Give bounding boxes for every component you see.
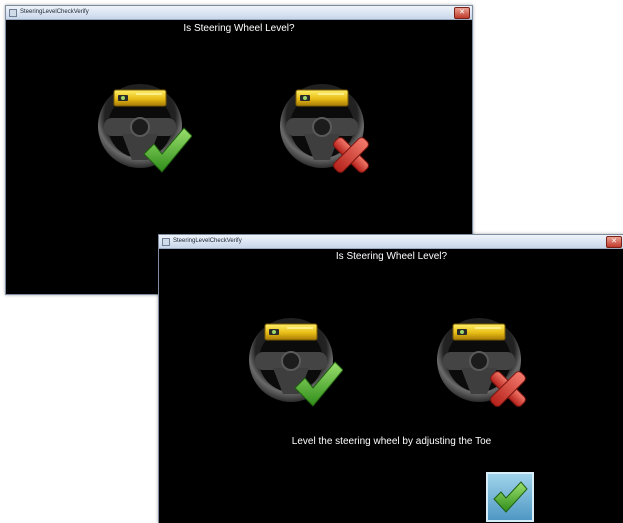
- close-button[interactable]: ✕: [606, 236, 622, 248]
- window-title: SteeringLevelCheckVerify: [173, 238, 242, 244]
- title-bar[interactable]: SteeringLevelCheckVerify ✕: [159, 235, 623, 249]
- yes-level-button[interactable]: [243, 310, 343, 410]
- question-text: Is Steering Wheel Level?: [183, 23, 295, 34]
- check-icon: [493, 481, 528, 513]
- app-icon: [9, 9, 17, 17]
- question-text: Is Steering Wheel Level?: [335, 251, 448, 262]
- steering-wheel-level-yes-icon: [97, 83, 192, 173]
- no-not-level-button[interactable]: [431, 310, 531, 410]
- yes-level-button[interactable]: [92, 76, 192, 176]
- app-icon: [162, 238, 170, 246]
- steering-level-check-window-2: SteeringLevelCheckVerify ✕ Is Steering W…: [158, 234, 623, 523]
- steering-wheel-level-no-icon: [279, 83, 369, 173]
- no-not-level-button[interactable]: [274, 76, 374, 176]
- window-title: SteeringLevelCheckVerify: [20, 9, 89, 15]
- title-bar[interactable]: SteeringLevelCheckVerify ✕: [6, 6, 472, 20]
- confirm-button[interactable]: [486, 472, 534, 522]
- steering-wheel-level-no-icon: [436, 317, 526, 407]
- instruction-text: Level the steering wheel by adjusting th…: [291, 436, 492, 447]
- close-button[interactable]: ✕: [454, 7, 470, 19]
- steering-wheel-level-yes-icon: [248, 317, 343, 407]
